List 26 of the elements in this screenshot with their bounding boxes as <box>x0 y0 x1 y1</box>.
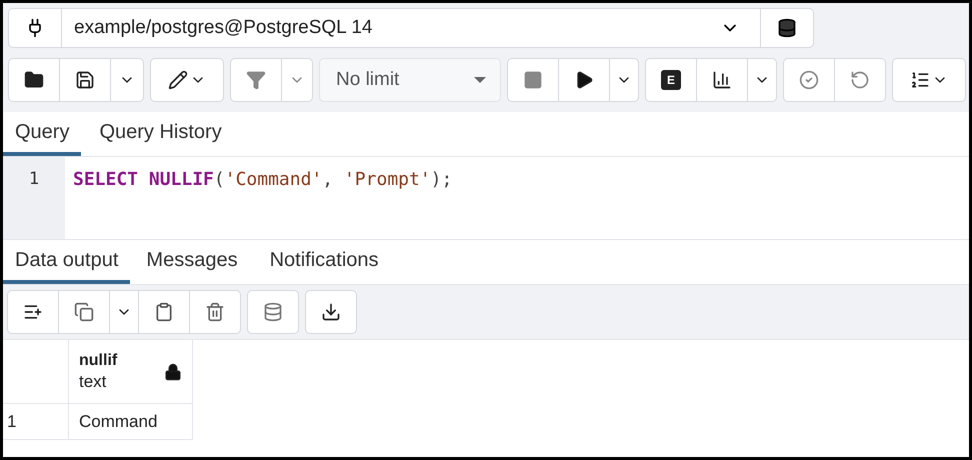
database-icon <box>777 18 797 38</box>
folder-icon <box>24 70 44 90</box>
editor-tab[interactable]: Query History <box>81 112 240 156</box>
copy-icon <box>74 302 94 322</box>
pencil-icon <box>168 70 188 90</box>
trash-icon <box>205 302 225 322</box>
numbered-list-icon <box>910 70 930 90</box>
explain-button[interactable]: E <box>646 59 697 101</box>
column-name: nullif <box>79 352 118 370</box>
sql-code: SELECT NULLIF('Command', 'Prompt'); <box>72 168 452 192</box>
output-tab[interactable]: Notifications <box>254 240 395 284</box>
caret-icon <box>474 77 486 83</box>
connection-selector[interactable]: example/postgres@PostgreSQL 14 <box>8 8 814 48</box>
row-number: 1 <box>3 404 69 440</box>
line-number: 1 <box>28 169 40 189</box>
filter-icon <box>246 70 266 90</box>
chart-icon <box>712 70 732 90</box>
column-type: text <box>79 372 108 392</box>
table-cell: Command <box>69 404 193 440</box>
stop-icon <box>523 70 543 90</box>
output-tab[interactable]: Messages <box>130 240 254 284</box>
limit-dropdown[interactable]: No limit <box>319 58 501 102</box>
save-icon <box>75 70 95 90</box>
database-icon <box>263 302 283 322</box>
clipboard-icon <box>154 302 174 322</box>
download-icon <box>321 302 341 322</box>
